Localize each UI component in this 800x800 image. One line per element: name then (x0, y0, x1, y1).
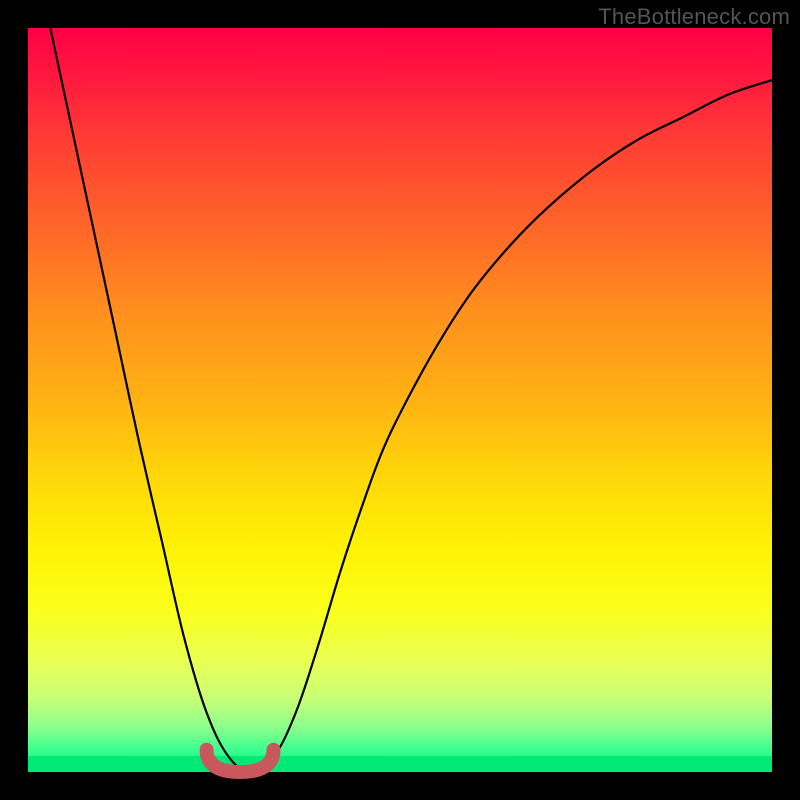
green-baseline-band (28, 756, 772, 772)
chart-overlay (28, 28, 772, 772)
watermark-text: TheBottleneck.com (598, 4, 790, 30)
chart-frame: TheBottleneck.com (0, 0, 800, 800)
bottleneck-curve (50, 28, 772, 772)
